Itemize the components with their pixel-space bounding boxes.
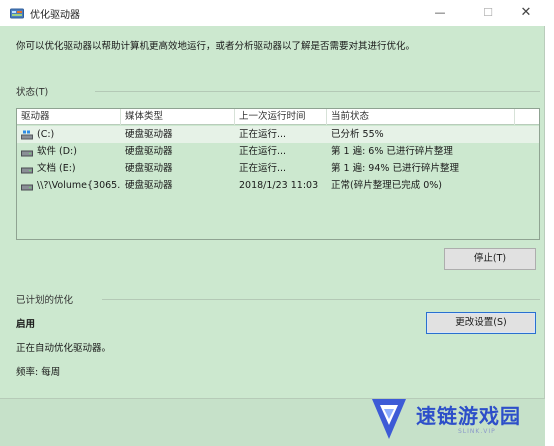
schedule-detail: 正在自动优化驱动器。 — [16, 343, 112, 354]
drive-row-c[interactable]: (C:) 硬盘驱动器 正在运行... 已分析 55% — [17, 126, 539, 143]
drive-name: 文档 (E:) — [37, 163, 76, 174]
window-title: 优化驱动器 — [30, 10, 80, 21]
watermark-text: 速链游戏园 — [416, 404, 521, 428]
last-run: 正在运行... — [239, 163, 287, 174]
site-watermark: 速链游戏园 SLINK.VIP — [360, 394, 554, 446]
watermark-logo-icon — [372, 399, 406, 439]
current-status: 第 1 遍: 6% 已进行碎片整理 — [331, 146, 453, 157]
column-header-drive[interactable]: 驱动器 — [17, 109, 121, 125]
maximize-button[interactable]: ☐ — [468, 0, 508, 26]
current-status: 已分析 55% — [331, 129, 384, 140]
drive-icon — [21, 150, 33, 156]
scheduled-divider — [102, 299, 540, 300]
drive-row-volume[interactable]: \\?\Volume{3065... 硬盘驱动器 2018/1/23 11:03… — [17, 177, 539, 194]
windows-drive-icon — [21, 130, 33, 139]
defrag-app-icon — [10, 8, 24, 19]
status-divider — [95, 91, 540, 92]
description-text: 你可以优化驱动器以帮助计算机更高效地运行，或者分析驱动器以了解是否需要对其进行优… — [16, 41, 416, 52]
drives-list[interactable]: 驱动器 媒体类型 上一次运行时间 当前状态 (C:) 硬盘驱动器 正在运行...… — [16, 108, 540, 240]
column-header-media-type[interactable]: 媒体类型 — [121, 109, 235, 125]
drives-list-header: 驱动器 媒体类型 上一次运行时间 当前状态 — [17, 109, 539, 125]
last-run: 2018/1/23 11:03 — [239, 180, 319, 191]
optimize-drives-window: 优化驱动器 — ☐ ✕ 你可以优化驱动器以帮助计算机更高效地运行，或者分析驱动器… — [0, 0, 545, 446]
scheduled-section-label: 已计划的优化 — [16, 295, 74, 306]
drive-name: 软件 (D:) — [37, 146, 77, 157]
drive-row-e[interactable]: 文档 (E:) 硬盘驱动器 正在运行... 第 1 遍: 94% 已进行碎片整理 — [17, 160, 539, 177]
media-type: 硬盘驱动器 — [125, 163, 173, 174]
schedule-state: 启用 — [16, 319, 36, 330]
last-run: 正在运行... — [239, 146, 287, 157]
drive-name: (C:) — [37, 129, 55, 140]
media-type: 硬盘驱动器 — [125, 129, 173, 140]
current-status: 第 1 遍: 94% 已进行碎片整理 — [331, 163, 459, 174]
drive-name: \\?\Volume{3065... — [37, 180, 121, 191]
column-header-last-run[interactable]: 上一次运行时间 — [235, 109, 327, 125]
close-button[interactable]: ✕ — [506, 0, 546, 26]
stop-button[interactable]: 停止(T) — [444, 248, 536, 270]
column-header-current-status[interactable]: 当前状态 — [327, 109, 515, 125]
scheduled-optimization-info: 启用 正在自动优化驱动器。 频率: 每周 — [16, 316, 111, 388]
minimize-button[interactable]: — — [420, 0, 460, 26]
media-type: 硬盘驱动器 — [125, 146, 173, 157]
title-bar[interactable]: 优化驱动器 — ☐ ✕ — [0, 0, 545, 26]
watermark-subtext: SLINK.VIP — [458, 428, 496, 435]
last-run: 正在运行... — [239, 129, 287, 140]
media-type: 硬盘驱动器 — [125, 180, 173, 191]
drive-row-d[interactable]: 软件 (D:) 硬盘驱动器 正在运行... 第 1 遍: 6% 已进行碎片整理 — [17, 143, 539, 160]
current-status: 正常(碎片整理已完成 0%) — [331, 180, 443, 191]
drive-icon — [21, 184, 33, 190]
schedule-frequency: 频率: 每周 — [16, 367, 61, 378]
drive-icon — [21, 167, 33, 173]
change-settings-button[interactable]: 更改设置(S) — [426, 312, 536, 334]
status-section-label: 状态(T) — [16, 87, 49, 98]
